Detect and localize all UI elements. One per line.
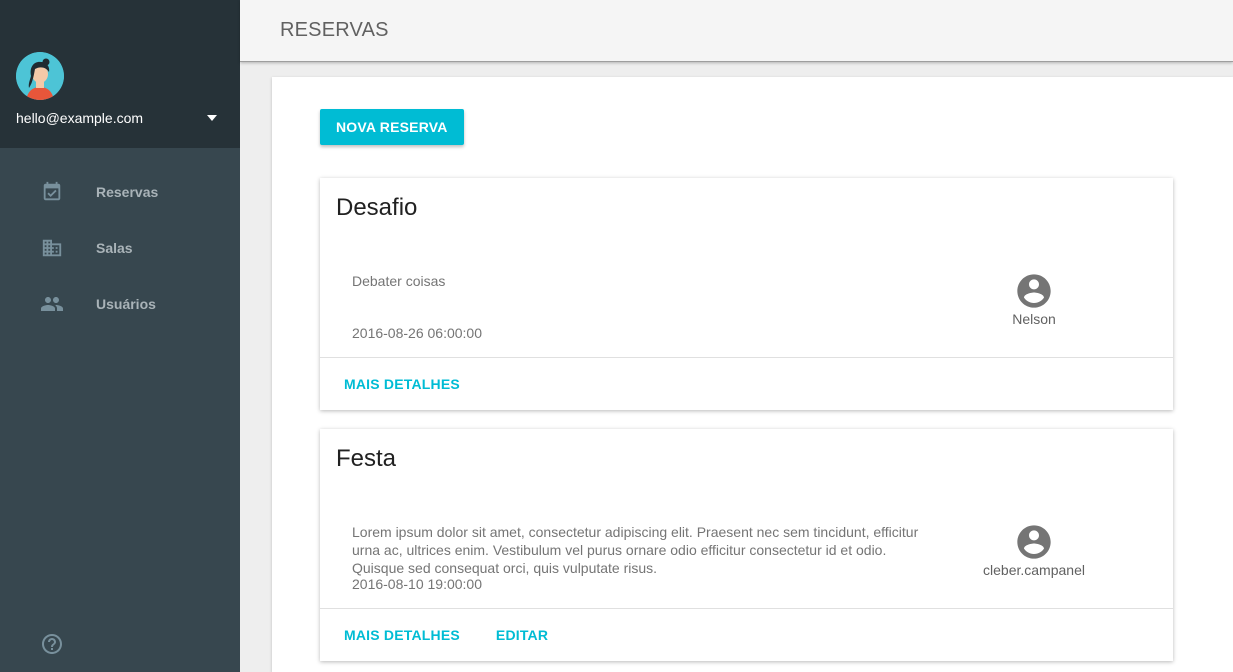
card-user: Nelson — [964, 271, 1104, 327]
sidebar-item-salas[interactable]: Salas — [0, 220, 240, 276]
mais-detalhes-button[interactable]: MAIS DETALHES — [328, 366, 476, 402]
card-divider — [320, 357, 1173, 358]
card-user-name: Nelson — [1012, 311, 1056, 327]
avatar[interactable] — [16, 52, 64, 100]
editar-button[interactable]: EDITAR — [480, 617, 564, 653]
top-bar: RESERVAS — [240, 0, 1233, 62]
reservation-card: Desafio Debater coisas 2016-08-26 06:00:… — [320, 178, 1173, 410]
card-divider — [320, 608, 1173, 609]
card-user: cleber.campanel — [964, 522, 1104, 578]
sidebar-nav: Reservas Salas Usuários — [0, 148, 240, 332]
account-circle-icon — [1017, 274, 1051, 308]
sidebar-item-label: Usuários — [96, 296, 156, 312]
reservation-card: Festa Lorem ipsum dolor sit amet, consec… — [320, 429, 1173, 661]
card-description: Lorem ipsum dolor sit amet, consectetur … — [352, 524, 919, 576]
card-user-name: cleber.campanel — [983, 562, 1085, 578]
calendar-check-icon — [40, 180, 64, 204]
user-email: hello@example.com — [16, 110, 144, 126]
card-title: Desafio — [336, 194, 418, 221]
sidebar-header: hello@example.com — [0, 0, 240, 148]
mais-detalhes-button[interactable]: MAIS DETALHES — [328, 617, 476, 653]
nova-reserva-button[interactable]: NOVA RESERVA — [320, 109, 464, 145]
card-actions: MAIS DETALHES — [328, 366, 480, 402]
sidebar: hello@example.com Reservas Salas Usuário… — [0, 0, 240, 672]
card-actions: MAIS DETALHES EDITAR — [328, 617, 568, 653]
account-circle-icon — [1017, 525, 1051, 559]
card-title: Festa — [336, 445, 397, 472]
sidebar-item-label: Salas — [96, 240, 133, 256]
people-icon — [40, 292, 64, 316]
user-row: hello@example.com — [16, 106, 224, 130]
caret-down-icon[interactable] — [200, 106, 224, 130]
sidebar-item-reservas[interactable]: Reservas — [0, 164, 240, 220]
page-title: RESERVAS — [280, 19, 389, 41]
card-description: Debater coisas — [352, 273, 446, 289]
card-datetime: 2016-08-10 19:00:00 — [352, 576, 482, 592]
sidebar-item-label: Reservas — [96, 184, 159, 200]
building-icon — [40, 236, 64, 260]
content-panel: NOVA RESERVA Desafio Debater coisas 2016… — [272, 77, 1233, 672]
card-datetime: 2016-08-26 06:00:00 — [352, 325, 482, 341]
help-circle-icon[interactable] — [40, 632, 64, 656]
sidebar-item-usuarios[interactable]: Usuários — [0, 276, 240, 332]
